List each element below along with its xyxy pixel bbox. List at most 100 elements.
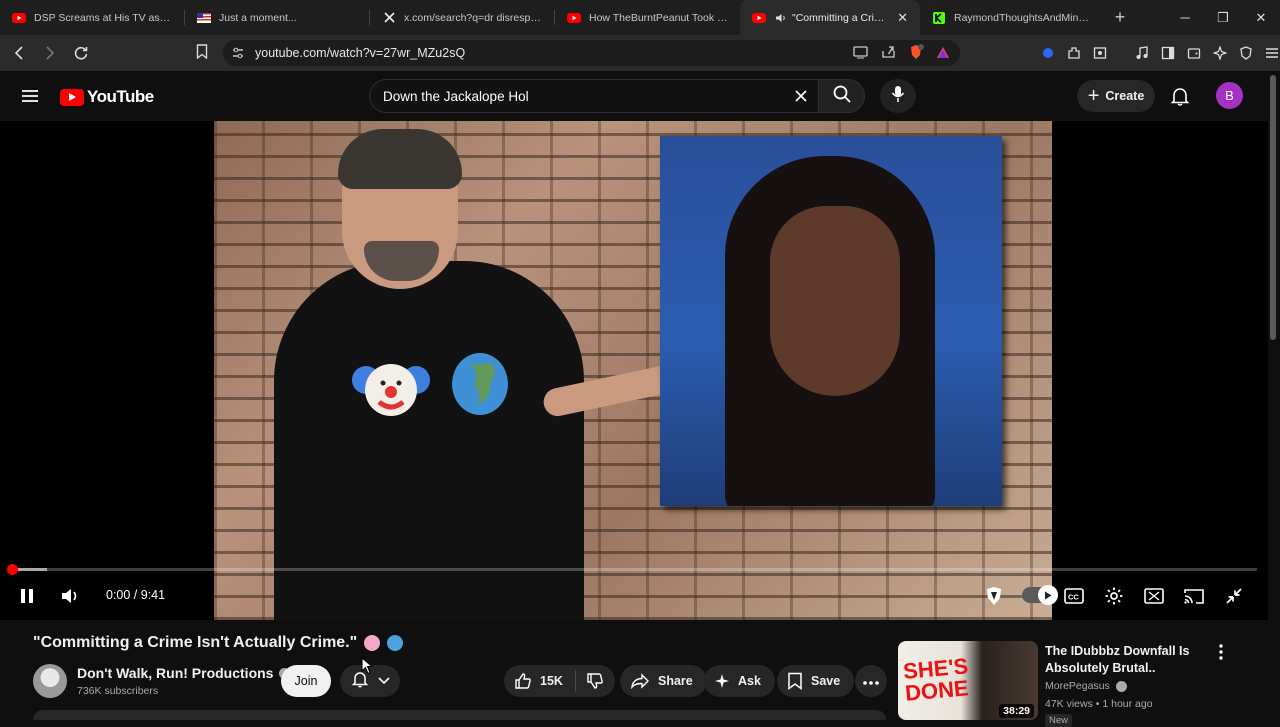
url-actions [853,44,950,65]
browser-menu-icon[interactable] [1262,41,1280,65]
autoplay-toggle[interactable] [1022,585,1058,605]
clown-emoji-icon [364,635,381,651]
browser-tab-title: x.com/search?q=dr disrespect m [404,11,543,24]
player-controls: 0:00 / 9:41 CC [0,581,1268,611]
more-actions-button[interactable] [855,665,887,697]
subtitles-icon[interactable]: CC [1061,583,1087,609]
recommended-video-title[interactable]: The IDubbbz Downfall Is Absolutely Bruta… [1045,643,1215,677]
channel-name-text[interactable]: Don't Walk, Run! Productions [77,665,273,681]
brave-shield-icon[interactable] [908,44,924,65]
pause-button[interactable] [14,583,40,609]
voice-search-button[interactable] [880,79,916,113]
browser-tab[interactable]: RaymondThoughtsAndMind Str [920,0,1105,35]
brave-rewards-icon[interactable] [936,46,950,64]
like-count: 15K [540,674,563,688]
create-button[interactable]: + Create [1077,80,1155,112]
youtube-wordmark: YouTube [87,87,154,106]
volume-icon[interactable] [57,583,83,609]
minimize-icon[interactable]: ─ [1166,0,1204,35]
scrubber-knob[interactable] [7,564,18,575]
thumbs-down-icon [587,673,603,689]
menu-icon[interactable] [20,87,40,110]
vpn-icon[interactable] [1236,41,1256,65]
cast-icon[interactable] [1181,583,1207,609]
search-button[interactable] [819,79,865,113]
site-settings-icon[interactable] [231,46,245,65]
clear-search-icon[interactable] [784,89,818,103]
browser-tab-title: RaymondThoughtsAndMind Str [954,11,1093,24]
leo-ai-icon[interactable] [1210,41,1230,65]
youtube-logo[interactable]: YouTube [60,87,154,107]
close-window-icon[interactable]: ✕ [1242,0,1280,35]
address-bar[interactable]: youtube.com/watch?v=27wr_MZu2sQ [223,40,960,66]
video-player[interactable]: 0:00 / 9:41 CC [0,121,1268,620]
browser-tab[interactable]: How TheBurntPeanut Took Over [555,0,740,35]
ad-shield-icon[interactable] [981,583,1007,609]
progress-bar[interactable] [7,564,1257,575]
description-box[interactable] [33,710,886,720]
youtube-icon [752,11,766,25]
share-page-icon[interactable] [881,45,896,64]
globe-emoji-icon [387,635,404,651]
like-button[interactable]: 15K [504,670,576,692]
dislike-button[interactable] [576,672,604,690]
search-input[interactable]: Down the Jackalope Hol [383,89,784,104]
channel-avatar[interactable] [33,664,67,698]
sidebar-icon[interactable] [1158,41,1178,65]
share-label: Share [658,674,693,688]
account-avatar[interactable]: B [1216,82,1243,109]
share-button[interactable]: Share [620,665,707,697]
video-title-text: "Committing a Crime Isn't Actually Crime… [33,634,358,651]
settings-gear-icon[interactable] [1101,583,1127,609]
plus-icon: + [1087,84,1100,107]
video-title: "Committing a Crime Isn't Actually Crime… [33,634,404,652]
reload-button[interactable] [68,41,93,66]
more-vertical-icon[interactable] [1219,644,1223,665]
music-icon[interactable] [1132,41,1152,65]
youtube-play-icon [60,88,84,106]
notifications-icon[interactable] [1170,86,1190,111]
screenshot-icon[interactable] [1090,41,1110,65]
recommended-video-thumbnail[interactable]: SHE'S DONE 38:29 [898,641,1038,720]
separator [1116,41,1126,65]
close-tab-icon[interactable]: ✕ [897,10,908,26]
wallet-icon[interactable] [1184,41,1204,65]
new-tab-button[interactable]: + [1105,7,1135,28]
autoplay-play-icon [1038,585,1058,605]
share-arrow-icon [631,673,649,689]
browser-tab[interactable]: DSP Screams at His TV as Call of [0,0,185,35]
save-label: Save [811,674,841,688]
save-button[interactable]: Save [777,665,855,697]
browser-tab[interactable]: x.com/search?q=dr disrespect m [370,0,555,35]
install-app-icon[interactable] [853,45,869,64]
speaker-icon[interactable] [774,11,788,25]
forward-button[interactable] [37,41,62,66]
browser-toolbar: youtube.com/watch?v=27wr_MZu2sQ [0,35,1280,71]
youtube-masthead: YouTube Down the Jackalope Hol + Create … [0,71,1280,121]
back-button[interactable] [6,41,31,66]
bookmark-save-icon [788,672,802,690]
search-box[interactable]: Down the Jackalope Hol [369,79,819,113]
fullscreen-exit-icon[interactable] [1221,583,1247,609]
browser-tab[interactable]: Just a moment... [185,0,370,35]
page-scrollbar[interactable] [1270,75,1276,340]
ask-button[interactable]: Ask [704,665,775,697]
url-text: youtube.com/watch?v=27wr_MZu2sQ [255,46,466,60]
puzzle-icon[interactable] [1064,41,1084,65]
channel-name[interactable]: Don't Walk, Run! Productions [77,665,291,681]
video-person-hair [338,129,462,189]
restore-icon[interactable]: ❐ [1204,0,1242,35]
create-label: Create [1105,89,1145,103]
search-icon [833,85,851,108]
extension-icon[interactable] [1038,41,1058,65]
recommended-channel-name[interactable]: MorePegasus [1045,680,1110,692]
bookmark-icon[interactable] [196,44,208,64]
browser-tab-active[interactable]: "Committing a Crime Isn ✕ [740,0,920,35]
join-button[interactable]: Join [281,665,331,697]
video-inset-image [660,136,1002,506]
ask-label: Ask [738,674,761,688]
verified-check-icon [1115,680,1127,692]
mouse-cursor-icon [361,656,374,680]
recommended-channel[interactable]: MorePegasus [1045,680,1127,692]
miniplayer-icon[interactable] [1141,583,1167,609]
